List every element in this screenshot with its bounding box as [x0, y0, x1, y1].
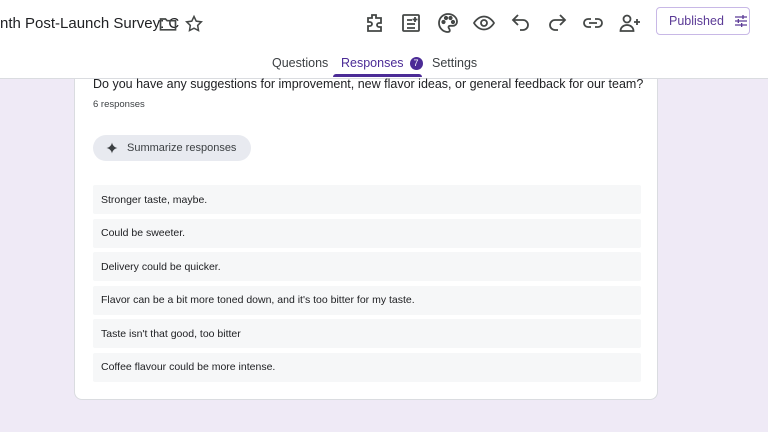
- list-item: Flavor can be a bit more toned down, and…: [93, 285, 641, 315]
- top-bar: nth Post-Launch Survey: C Published Ques…: [0, 0, 768, 79]
- document-title[interactable]: nth Post-Launch Survey: C: [0, 15, 179, 32]
- settings-sliders-icon: [734, 15, 747, 27]
- folder-icon[interactable]: [158, 14, 178, 34]
- redo-icon[interactable]: [545, 11, 569, 35]
- palette-icon[interactable]: [436, 11, 460, 35]
- summarize-responses-button[interactable]: Summarize responses: [93, 135, 251, 161]
- question-card: Do you have any suggestions for improvem…: [74, 77, 658, 400]
- list-item: Taste isn't that good, too bitter: [93, 319, 641, 348]
- tab-settings-label: Settings: [432, 56, 478, 70]
- tab-responses-label: Responses: [341, 56, 404, 70]
- add-collaborator-icon[interactable]: [618, 11, 642, 35]
- tab-questions-label: Questions: [272, 56, 329, 70]
- published-button[interactable]: Published: [656, 7, 750, 35]
- response-list: Stronger taste, maybe. Could be sweeter.…: [93, 185, 641, 386]
- form-template-icon[interactable]: [399, 11, 423, 35]
- response-count: 6 responses: [93, 99, 145, 110]
- list-item: Coffee flavour could be more intense.: [93, 352, 641, 382]
- published-label: Published: [669, 14, 724, 28]
- tab-settings[interactable]: Settings: [432, 56, 477, 70]
- response-count-badge: 7: [409, 56, 423, 70]
- link-icon[interactable]: [581, 11, 605, 35]
- tab-questions[interactable]: Questions: [272, 56, 328, 70]
- list-item: Stronger taste, maybe.: [93, 185, 641, 214]
- preview-icon[interactable]: [472, 11, 496, 35]
- list-item: Delivery could be quicker.: [93, 252, 641, 281]
- sparkle-icon: [106, 142, 118, 154]
- addon-icon[interactable]: [363, 11, 387, 35]
- summarize-label: Summarize responses: [127, 142, 237, 154]
- question-title: Do you have any suggestions for improvem…: [93, 77, 644, 91]
- tab-responses[interactable]: Responses 7: [341, 56, 423, 70]
- list-item: Could be sweeter.: [93, 218, 641, 248]
- star-icon[interactable]: [184, 14, 204, 34]
- undo-icon[interactable]: [509, 11, 533, 35]
